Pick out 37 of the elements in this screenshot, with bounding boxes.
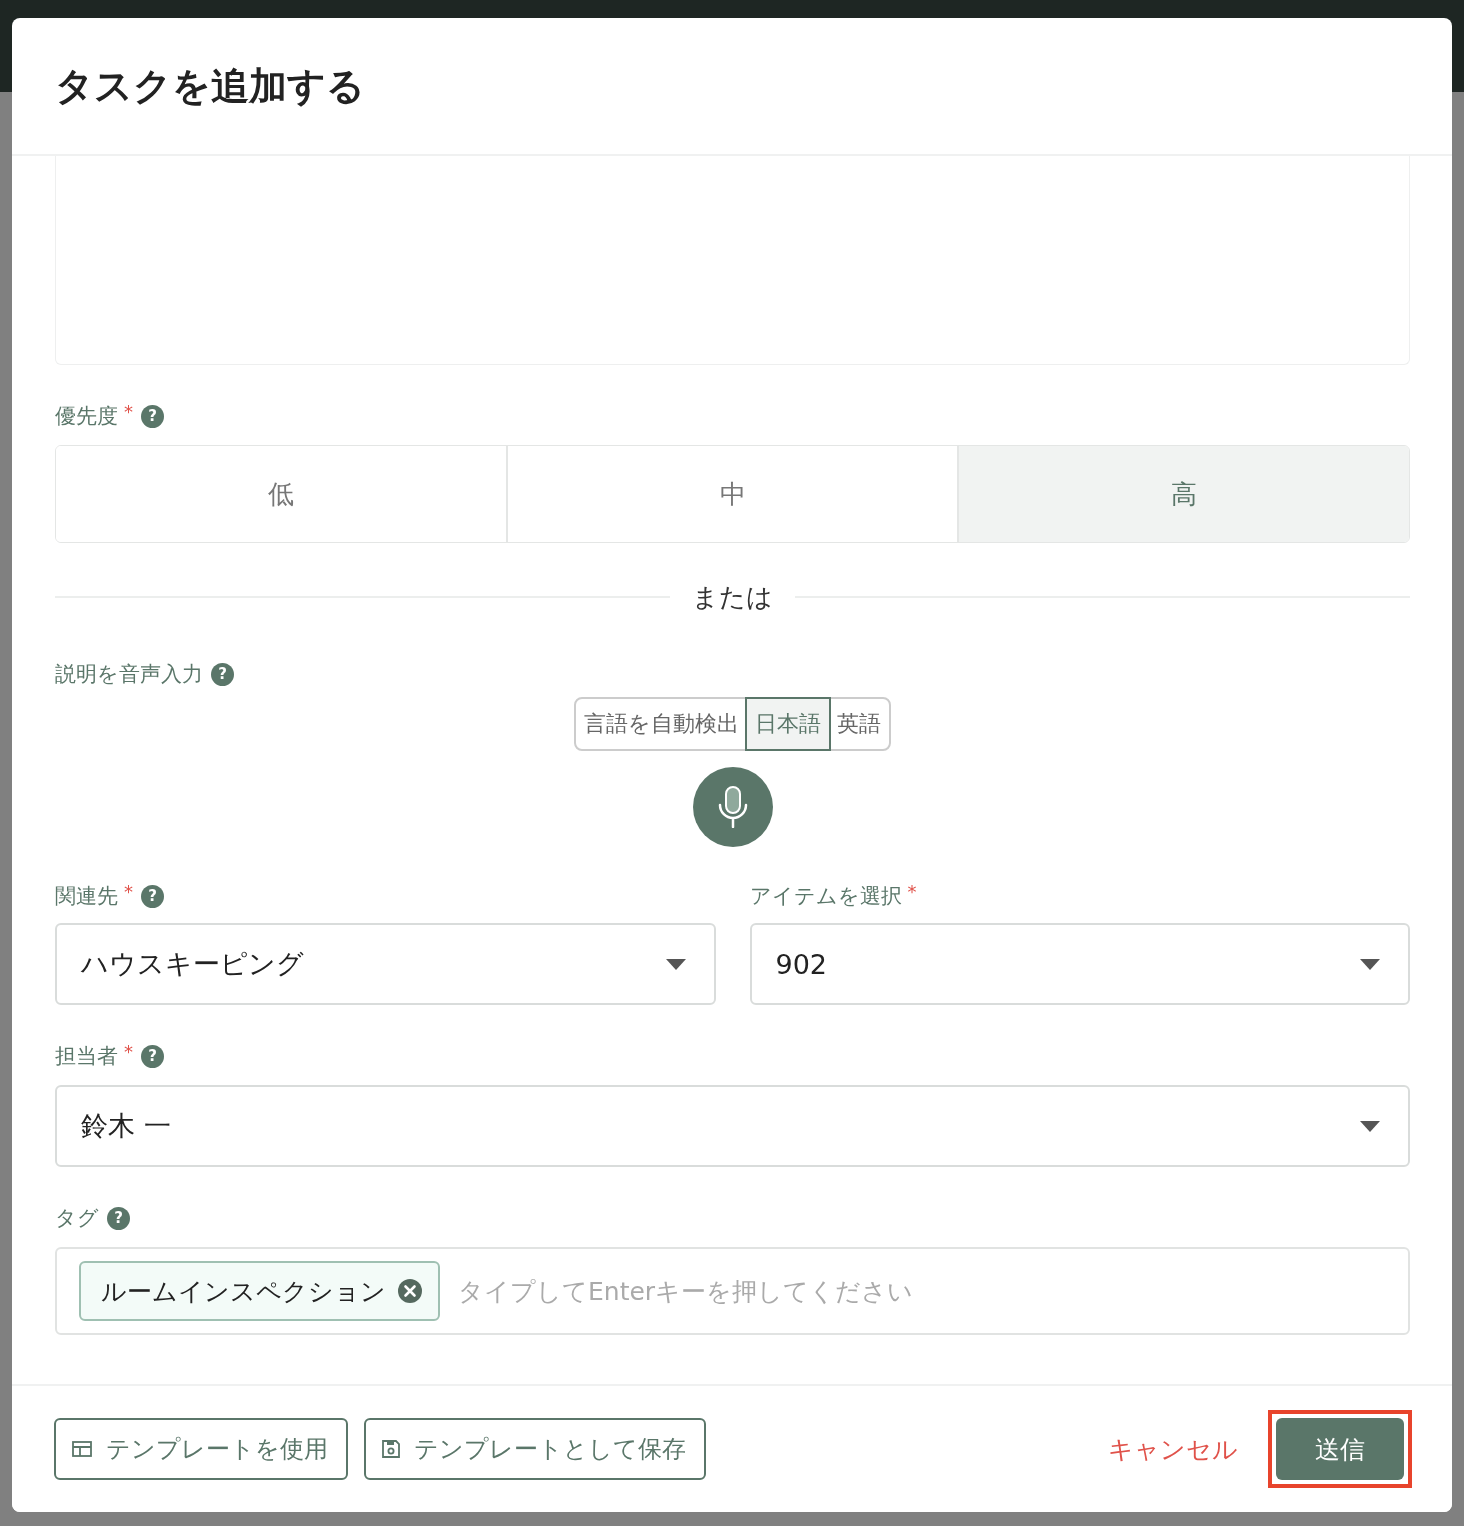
required-mark: *: [124, 1041, 133, 1062]
help-icon[interactable]: ?: [141, 1044, 164, 1068]
select-field[interactable]: ハウスキーピング: [55, 923, 716, 1005]
microphone-icon: [716, 786, 749, 828]
priority-option[interactable]: 高: [959, 446, 1409, 542]
field-label: 優先度: [55, 403, 118, 430]
save-template-button[interactable]: テンプレートとして保存: [364, 1418, 706, 1480]
tag-chip: ルームインスペクション: [79, 1261, 440, 1321]
field-label: 担当者: [55, 1043, 118, 1070]
use-template-button[interactable]: テンプレートを使用: [54, 1418, 348, 1480]
field-label: アイテムを選択: [749, 883, 902, 910]
remove-icon[interactable]: [398, 1279, 422, 1303]
help-icon[interactable]: ?: [141, 884, 164, 908]
tag-input-field[interactable]: ルームインスペクション タイプしてEnterキーを押してください: [55, 1247, 1410, 1335]
cancel-button[interactable]: キャンセル: [1098, 1432, 1248, 1466]
language-option[interactable]: 言語を自動検出: [576, 699, 747, 749]
submit-button[interactable]: 送信: [1276, 1418, 1404, 1480]
required-mark: *: [907, 881, 917, 902]
help-icon[interactable]: ?: [107, 1206, 130, 1230]
select-field[interactable]: 鈴木 一: [55, 1085, 1410, 1167]
help-icon[interactable]: ?: [211, 662, 234, 686]
field-label: 関連先: [55, 883, 118, 910]
dropdown-caret-icon: [1360, 1120, 1380, 1132]
priority-option[interactable]: 低: [56, 446, 508, 542]
layout-icon: [72, 1441, 92, 1457]
field-label: 説明を音声入力: [55, 661, 203, 688]
language-option[interactable]: 英語: [829, 699, 889, 749]
language-option[interactable]: 日本語: [747, 699, 829, 749]
help-icon[interactable]: ?: [141, 404, 164, 428]
dropdown-caret-icon: [1360, 958, 1380, 970]
required-mark: *: [124, 401, 133, 422]
required-mark: *: [124, 881, 133, 902]
dropdown-caret-icon: [665, 958, 686, 970]
select-field[interactable]: 902: [749, 923, 1410, 1005]
dialog-title: タスクを追加する: [55, 62, 365, 110]
field-label: タグ: [55, 1205, 99, 1232]
divider-text: または: [692, 580, 773, 614]
